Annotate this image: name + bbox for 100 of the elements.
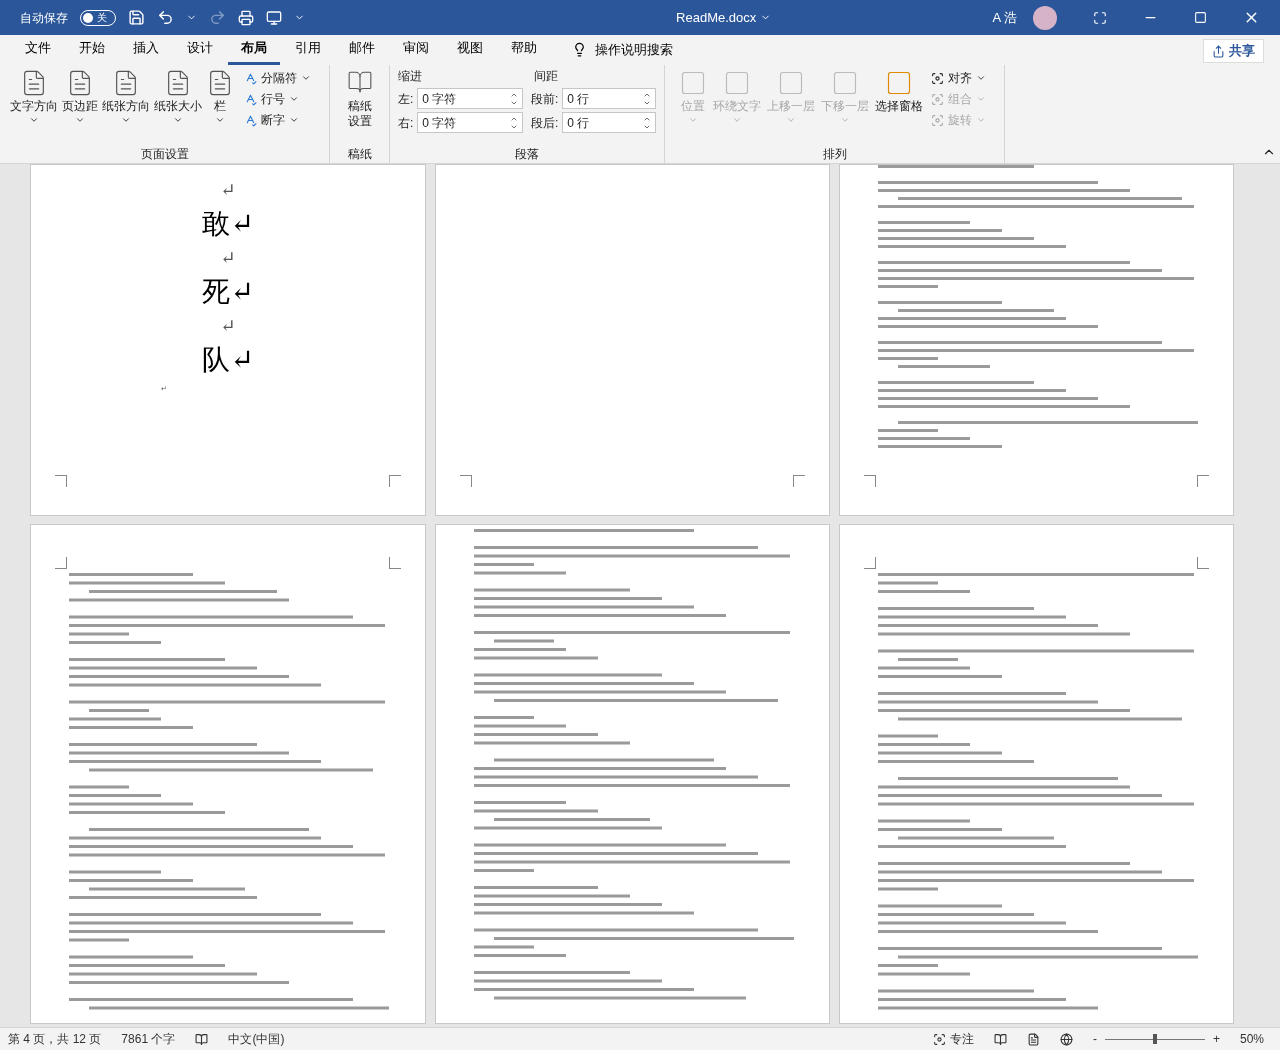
spin-field[interactable]: 0 字符 bbox=[417, 88, 523, 109]
group-label: 稿纸 bbox=[347, 146, 372, 163]
word-count[interactable]: 7861 个字 bbox=[121, 1030, 176, 1048]
margin-corner-mark bbox=[389, 557, 401, 569]
caret-icon bbox=[173, 115, 183, 125]
caret-icon bbox=[289, 94, 299, 104]
ribbon-tab[interactable]: 审阅 bbox=[390, 37, 442, 65]
margin-corner-mark bbox=[793, 475, 805, 487]
zoom-out-button[interactable]: - bbox=[1092, 1030, 1097, 1048]
margin-corner-mark bbox=[460, 475, 472, 487]
margin-corner-mark bbox=[1197, 557, 1209, 569]
ribbon-display-icon[interactable] bbox=[1093, 10, 1107, 25]
ribbon-button[interactable]: 栏 bbox=[204, 69, 236, 145]
maximize-icon[interactable] bbox=[1194, 11, 1207, 24]
read-mode-icon[interactable] bbox=[993, 1032, 1007, 1046]
caret-icon bbox=[215, 115, 225, 125]
ribbon-tab[interactable]: 视图 bbox=[444, 37, 496, 65]
page-text: ↵ bbox=[220, 178, 236, 202]
ribbon-tab[interactable]: 文件 bbox=[12, 37, 64, 65]
ribbon-small-button[interactable]: 对齐 bbox=[931, 69, 986, 87]
ribbon-tab[interactable]: 帮助 bbox=[498, 37, 550, 65]
caret-icon bbox=[688, 115, 698, 125]
page-text: 敢↵ bbox=[202, 207, 254, 241]
caret-icon bbox=[976, 73, 986, 83]
avatar[interactable] bbox=[1033, 5, 1057, 30]
field-label: 右: bbox=[398, 114, 414, 132]
zoom-slider[interactable] bbox=[1104, 1034, 1205, 1044]
ribbon-button[interactable]: 稿纸 设置 bbox=[346, 65, 373, 145]
focus-icon bbox=[932, 1032, 946, 1046]
document-title[interactable]: ReadMe.docx bbox=[676, 7, 772, 28]
caret-icon bbox=[301, 73, 311, 83]
square-icon bbox=[777, 69, 805, 97]
frame-icon bbox=[931, 113, 944, 127]
ribbon-tab[interactable]: 设计 bbox=[174, 37, 226, 65]
undo-icon[interactable] bbox=[157, 9, 174, 26]
book-icon bbox=[346, 69, 373, 95]
spacing-label: 间距 bbox=[534, 68, 558, 85]
text-check-icon bbox=[244, 71, 257, 85]
caret-icon bbox=[29, 115, 39, 125]
lightbulb-icon bbox=[572, 41, 587, 57]
web-layout-icon[interactable] bbox=[1059, 1032, 1073, 1046]
frame-icon bbox=[931, 92, 944, 106]
ribbon-button[interactable]: 纸张大小 bbox=[152, 69, 204, 145]
ribbon-small-button[interactable]: 断字 bbox=[244, 111, 311, 129]
margin-corner-mark bbox=[389, 475, 401, 487]
square-icon bbox=[679, 69, 707, 97]
field-label: 段后: bbox=[531, 114, 559, 132]
ribbon-tab[interactable]: 引用 bbox=[282, 37, 334, 65]
zoom-in-button[interactable]: + bbox=[1212, 1030, 1220, 1048]
margin-corner-mark bbox=[55, 475, 67, 487]
spin-field[interactable]: 0 行 bbox=[562, 112, 656, 133]
caret-icon bbox=[976, 94, 986, 104]
page-text: ↵ bbox=[220, 314, 236, 338]
language-status[interactable]: 中文(中国) bbox=[228, 1030, 285, 1048]
ribbon-tab[interactable]: 开始 bbox=[66, 37, 118, 65]
proofing-icon[interactable] bbox=[195, 1032, 209, 1046]
spin-field[interactable]: 0 行 bbox=[562, 88, 656, 109]
ribbon-button[interactable]: 页边距 bbox=[60, 69, 100, 145]
margin-corner-mark bbox=[864, 557, 876, 569]
ribbon-button[interactable]: 纸张方向 bbox=[100, 69, 152, 145]
square-icon bbox=[831, 69, 859, 97]
field-label: 段前: bbox=[531, 90, 559, 108]
text-check-icon bbox=[244, 113, 257, 127]
margin-corner-mark bbox=[864, 475, 876, 487]
caret-icon bbox=[976, 115, 986, 125]
zoom-level[interactable]: 50% bbox=[1239, 1030, 1264, 1048]
screen-icon[interactable] bbox=[266, 9, 282, 26]
indent-label: 缩进 bbox=[398, 68, 423, 85]
spin-field[interactable]: 0 字符 bbox=[417, 112, 523, 133]
page-count[interactable]: 第 4 页，共 12 页 bbox=[8, 1030, 102, 1048]
text-check-icon bbox=[244, 92, 257, 106]
tell-me-search[interactable]: 操作说明搜索 bbox=[595, 39, 673, 59]
share-button[interactable]: 共享 bbox=[1203, 39, 1264, 63]
save-icon[interactable] bbox=[128, 9, 145, 26]
margin-corner-mark bbox=[1197, 475, 1209, 487]
ribbon-tab[interactable]: 邮件 bbox=[336, 37, 388, 65]
frame-icon bbox=[931, 71, 944, 85]
field-label: 左: bbox=[398, 90, 414, 108]
focus-button[interactable]: 专注 bbox=[932, 1030, 974, 1048]
print-layout-icon[interactable] bbox=[1026, 1032, 1040, 1046]
caret-icon bbox=[786, 115, 796, 125]
caret-icon bbox=[289, 115, 299, 125]
group-label: 排列 bbox=[822, 146, 847, 163]
print-preview-icon[interactable] bbox=[238, 9, 254, 26]
ribbon-tab[interactable]: 插入 bbox=[120, 37, 172, 65]
page-text: 死↵ bbox=[202, 275, 254, 309]
page-text: ↵ bbox=[220, 246, 236, 270]
ribbon-button[interactable]: 文字方向 bbox=[8, 69, 60, 145]
group-label: 页面设置 bbox=[140, 146, 189, 163]
ribbon-button[interactable]: 选择窗格 bbox=[873, 69, 925, 145]
page-text: 队↵ bbox=[202, 343, 254, 377]
caret-icon bbox=[75, 115, 85, 125]
autosave-label: 自动保存 bbox=[20, 9, 68, 27]
ribbon-small-button[interactable]: 分隔符 bbox=[244, 69, 311, 87]
share-icon bbox=[1212, 44, 1225, 58]
ribbon-small-button[interactable]: 行号 bbox=[244, 90, 311, 108]
square-icon bbox=[723, 69, 751, 97]
user-name: A 浩 bbox=[992, 8, 1017, 27]
margin-corner-mark bbox=[55, 557, 67, 569]
zoom-slider-thumb[interactable] bbox=[1152, 1034, 1157, 1044]
